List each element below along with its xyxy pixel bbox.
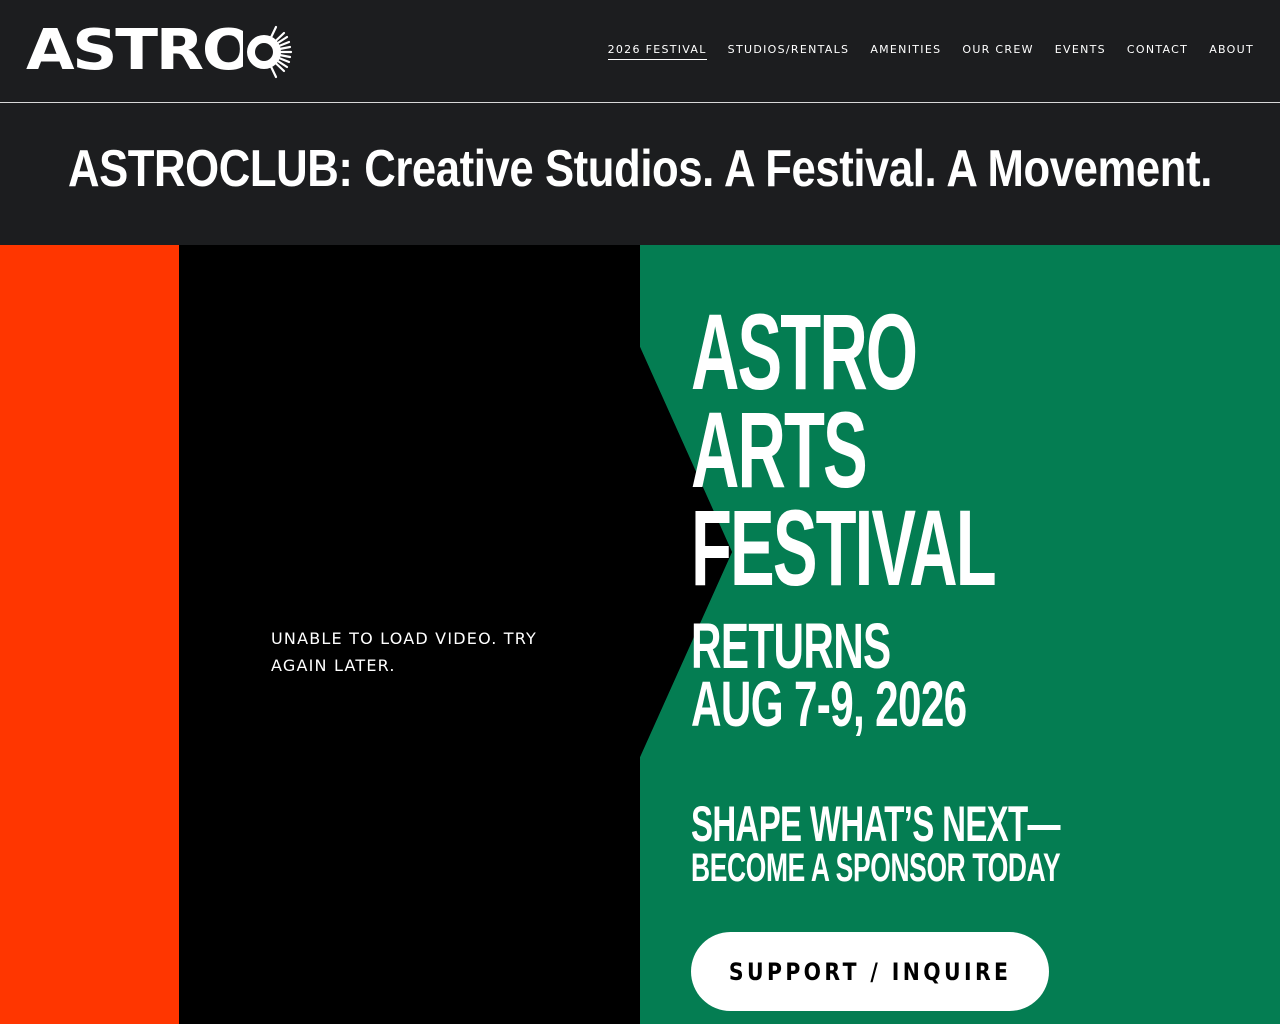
festival-date-range: AUG 7-9, 2026	[691, 668, 967, 740]
sponsor-callout: SHAPE WHAT’S NEXT— BECOME A SPONSOR TODA…	[691, 796, 1250, 890]
starburst-icon	[243, 24, 293, 80]
festival-title-line: ARTS	[691, 389, 868, 510]
support-inquire-button[interactable]: SUPPORT / INQUIRE	[691, 932, 1049, 1011]
support-inquire-label: SUPPORT / INQUIRE	[728, 957, 1012, 986]
site-header: ASTRO 2026 FESTIVAL STUDIOS/RENTALS AMEN…	[0, 0, 1280, 103]
nav-studios-rentals[interactable]: STUDIOS/RENTALS	[728, 43, 850, 60]
page-tagline: ASTROCLUB: Creative Studios. A Festival.…	[68, 139, 1212, 198]
nav-about[interactable]: ABOUT	[1209, 43, 1254, 60]
sponsor-headline: SHAPE WHAT’S NEXT—	[691, 796, 1061, 852]
tagline-banner: ASTROCLUB: Creative Studios. A Festival.…	[0, 104, 1280, 245]
festival-title-line: ASTRO	[691, 291, 918, 412]
returns-label: RETURNS	[691, 610, 891, 682]
video-error-message: UNABLE TO LOAD VIDEO. TRY AGAIN LATER.	[271, 629, 538, 675]
festival-title: ASTRO ARTS FESTIVAL	[691, 291, 1181, 608]
main-nav: 2026 FESTIVAL STUDIOS/RENTALS AMENITIES …	[607, 43, 1254, 60]
nav-contact[interactable]: CONTACT	[1127, 43, 1188, 60]
sponsor-subline: BECOME A SPONSOR TODAY	[691, 846, 1061, 890]
video-player[interactable]: UNABLE TO LOAD VIDEO. TRY AGAIN LATER.	[179, 245, 640, 1024]
logo-text: ASTRO	[26, 18, 255, 83]
festival-dates: RETURNS AUG 7-9, 2026	[691, 610, 1108, 740]
site-logo[interactable]: ASTRO	[26, 22, 293, 80]
hero-section: UNABLE TO LOAD VIDEO. TRY AGAIN LATER. A…	[0, 245, 1280, 1024]
festival-title-line: FESTIVAL	[691, 487, 997, 608]
nav-events[interactable]: EVENTS	[1055, 43, 1106, 60]
nav-our-crew[interactable]: OUR CREW	[962, 43, 1033, 60]
nav-2026-festival[interactable]: 2026 FESTIVAL	[607, 43, 707, 60]
nav-amenities[interactable]: AMENITIES	[870, 43, 941, 60]
orange-panel	[0, 245, 179, 1024]
